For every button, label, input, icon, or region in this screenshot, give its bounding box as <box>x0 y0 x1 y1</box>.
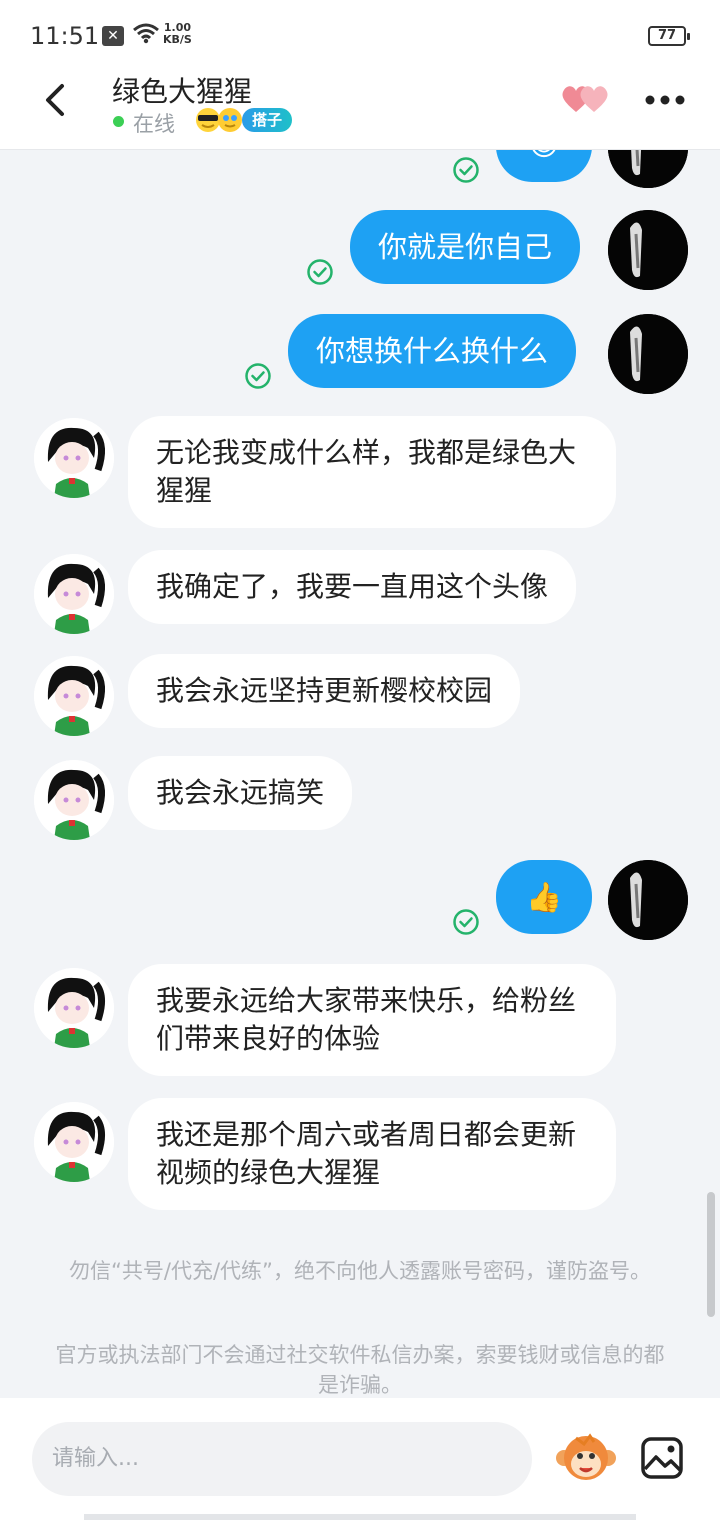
status-bar: 11:51 ✕ 1.00 KB/S 77 <box>0 0 720 70</box>
chevron-left-icon[interactable] <box>36 80 76 120</box>
avatar[interactable] <box>34 656 114 736</box>
check-circle-icon <box>245 363 271 389</box>
more-dots-icon[interactable] <box>644 92 686 108</box>
scrollbar[interactable] <box>707 1192 715 1317</box>
avatar[interactable] <box>608 314 688 394</box>
navigation-bar <box>84 1514 636 1520</box>
check-circle-icon <box>307 259 333 285</box>
input-bar: 请输入... <box>0 1398 720 1520</box>
chat-title[interactable]: 绿色大猩猩 <box>112 70 252 110</box>
outgoing-message[interactable]: 😌 <box>496 150 592 182</box>
outgoing-message[interactable]: 👍 <box>496 860 592 934</box>
incoming-message[interactable]: 我会永远搞笑 <box>128 756 353 830</box>
incoming-message[interactable]: 我还是那个周六或者周日都会更新视频的绿色大猩猩 <box>128 1098 616 1210</box>
friend-badge-icon <box>196 108 242 132</box>
notification-icon: ✕ <box>102 26 124 46</box>
avatar[interactable] <box>34 968 114 1048</box>
safety-notice: 官方或执法部门不会通过社交软件私信办案，索要钱财或信息的都是诈骗。 <box>55 1343 665 1397</box>
incoming-message[interactable]: 我要永远给大家带来快乐，给粉丝们带来良好的体验 <box>128 964 616 1076</box>
chat-header: 绿色大猩猩 在线 搭子 <box>0 70 720 150</box>
avatar[interactable] <box>34 554 114 634</box>
avatar[interactable] <box>608 210 688 290</box>
presence-status: 在线 <box>133 112 175 136</box>
wifi-icon <box>133 23 159 44</box>
incoming-message[interactable]: 无论我变成什么样，我都是绿色大猩猩 <box>128 416 616 528</box>
hearts-icon[interactable] <box>560 82 612 116</box>
avatar[interactable] <box>34 1102 114 1182</box>
message-list[interactable]: 😌 你就是你自己 你想换什么换什么 无论我变成什么样，我都是绿色大猩猩 我确定了… <box>0 150 720 1398</box>
safety-notice: 勿信“共号/代充/代练”，绝不向他人透露账号密码，谨防盗号。 <box>69 1259 651 1283</box>
battery-icon: 77 <box>648 26 690 46</box>
network-speed: 1.00 KB/S <box>163 21 192 46</box>
avatar[interactable] <box>34 418 114 498</box>
image-icon[interactable] <box>640 1436 684 1480</box>
incoming-message[interactable]: 我确定了，我要一直用这个头像 <box>128 550 577 624</box>
relationship-tag: 搭子 <box>242 108 293 132</box>
avatar[interactable] <box>608 860 688 940</box>
online-indicator <box>113 116 124 127</box>
incoming-message[interactable]: 我会永远坚持更新樱校校园 <box>128 654 521 728</box>
outgoing-message[interactable]: 你想换什么换什么 <box>288 314 577 388</box>
avatar[interactable] <box>34 760 114 840</box>
check-circle-icon <box>453 157 479 183</box>
message-input[interactable]: 请输入... <box>32 1422 532 1496</box>
outgoing-message[interactable]: 你就是你自己 <box>350 210 581 284</box>
monkey-emoji-icon[interactable] <box>554 1432 618 1486</box>
status-time: 11:51 <box>30 22 100 50</box>
avatar[interactable] <box>608 150 688 188</box>
check-circle-icon <box>453 909 479 935</box>
